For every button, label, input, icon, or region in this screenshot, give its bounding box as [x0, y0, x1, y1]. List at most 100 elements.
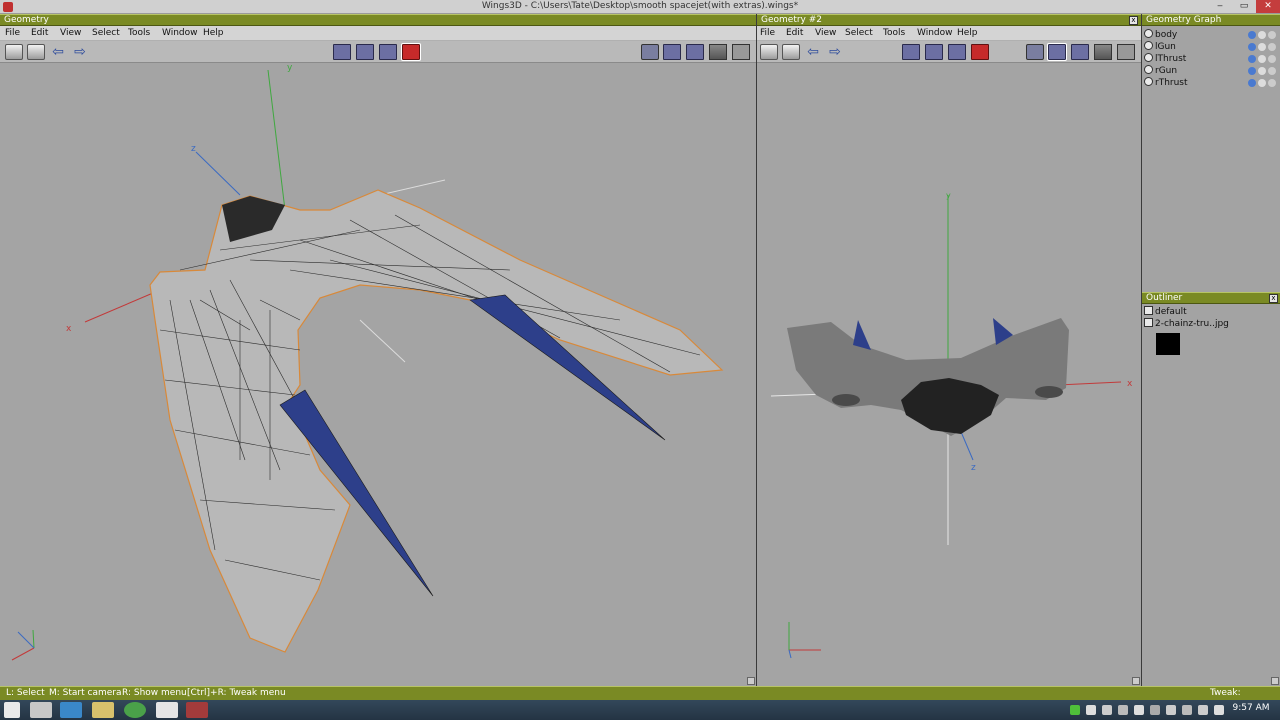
eye-icon[interactable] — [1248, 67, 1256, 75]
perspective-icon[interactable] — [709, 44, 727, 60]
eye-icon[interactable] — [1248, 43, 1256, 51]
geometry-window: Geometry File Edit View Select Tools Win… — [0, 14, 756, 686]
object-select-icon[interactable] — [971, 44, 989, 60]
object-row-rthrust[interactable]: rThrust — [1144, 77, 1278, 89]
object-row-lthrust[interactable]: lThrust — [1144, 53, 1278, 65]
lock-icon[interactable] — [1258, 31, 1266, 39]
lock-icon[interactable] — [1258, 43, 1266, 51]
object-row-rgun[interactable]: rGun — [1144, 65, 1278, 77]
visibility-controls[interactable] — [1248, 55, 1278, 64]
maximize-button[interactable]: ▭ — [1232, 0, 1256, 13]
visibility-controls[interactable] — [1248, 67, 1278, 76]
lock-icon[interactable] — [1258, 55, 1266, 63]
show-axes-icon[interactable] — [1117, 44, 1135, 60]
wings3d-taskbar-icon[interactable] — [186, 702, 208, 718]
eye-icon[interactable] — [1248, 55, 1256, 63]
minimize-button[interactable]: ‒ — [1208, 0, 1232, 13]
chrome-icon[interactable] — [124, 702, 146, 718]
tray-icon[interactable] — [1102, 705, 1112, 715]
viewport-resize-grip[interactable] — [747, 677, 755, 685]
geometry-viewport[interactable]: y x z — [0, 63, 756, 686]
close-window-button[interactable]: ✕ — [1256, 0, 1280, 13]
wireframe-icon[interactable] — [663, 44, 681, 60]
menu-tools[interactable]: Tools — [128, 28, 150, 38]
wire-icon[interactable] — [1268, 79, 1276, 87]
nvidia-tray-icon[interactable] — [1070, 705, 1080, 715]
folder-icon[interactable] — [92, 702, 114, 718]
show-axes-icon[interactable] — [732, 44, 750, 60]
taskbar-clock[interactable]: 9:57 AM — [1228, 703, 1274, 713]
menu-help[interactable]: Help — [957, 28, 978, 38]
groundplane-icon[interactable] — [1026, 44, 1044, 60]
visibility-controls[interactable] — [1248, 79, 1278, 88]
tray-icon[interactable] — [1198, 705, 1208, 715]
geometry-graph-list: body lGun lThrust rGun rThrust — [1142, 27, 1280, 292]
open-file-icon[interactable] — [5, 44, 23, 60]
network-icon[interactable] — [1150, 705, 1160, 715]
menu-file[interactable]: File — [760, 28, 775, 38]
object-select-icon[interactable] — [401, 43, 421, 61]
menu-edit[interactable]: Edit — [786, 28, 803, 38]
visibility-controls[interactable] — [1248, 31, 1278, 40]
groundplane-icon[interactable] — [641, 44, 659, 60]
tray-icon[interactable] — [1134, 705, 1144, 715]
undo-arrow-icon[interactable]: ⇦ — [804, 44, 822, 60]
visibility-controls[interactable] — [1248, 43, 1278, 52]
redo-arrow-icon[interactable]: ⇨ — [71, 44, 89, 60]
menu-edit[interactable]: Edit — [31, 28, 48, 38]
face-select-icon[interactable] — [948, 44, 966, 60]
tray-icon[interactable] — [1118, 705, 1128, 715]
image-thumbnail[interactable] — [1156, 333, 1180, 355]
close-icon[interactable]: x — [1129, 16, 1138, 25]
menu-select[interactable]: Select — [845, 28, 873, 38]
image-row[interactable]: 2-chainz-tru..jpg — [1144, 318, 1229, 330]
start-button-icon[interactable] — [4, 702, 20, 718]
close-icon[interactable]: x — [1269, 294, 1278, 303]
wire-icon[interactable] — [1268, 31, 1276, 39]
save-file-icon[interactable] — [782, 44, 800, 60]
menu-tools[interactable]: Tools — [883, 28, 905, 38]
face-select-icon[interactable] — [379, 44, 397, 60]
object-icon — [1144, 65, 1153, 74]
panel-resize-grip[interactable] — [1271, 677, 1279, 685]
menu-window[interactable]: Window — [162, 28, 198, 38]
lock-icon[interactable] — [1258, 79, 1266, 87]
file-explorer-icon[interactable] — [30, 702, 52, 718]
smooth-shade-icon[interactable] — [686, 44, 704, 60]
edge-select-icon[interactable] — [356, 44, 374, 60]
undo-arrow-icon[interactable]: ⇦ — [49, 44, 67, 60]
document-icon[interactable] — [156, 702, 178, 718]
internet-explorer-icon[interactable] — [60, 702, 82, 718]
menu-select[interactable]: Select — [92, 28, 120, 38]
menu-window[interactable]: Window — [917, 28, 953, 38]
vertex-select-icon[interactable] — [333, 44, 351, 60]
eye-icon[interactable] — [1248, 79, 1256, 87]
object-row-lgun[interactable]: lGun — [1144, 41, 1278, 53]
edge-select-icon[interactable] — [925, 44, 943, 60]
eye-icon[interactable] — [1248, 31, 1256, 39]
geometry2-viewport[interactable]: y x z — [757, 63, 1141, 686]
wire-icon[interactable] — [1268, 43, 1276, 51]
viewport-resize-grip[interactable] — [1132, 677, 1140, 685]
redo-arrow-icon[interactable]: ⇨ — [826, 44, 844, 60]
menu-help[interactable]: Help — [203, 28, 224, 38]
menu-view[interactable]: View — [815, 28, 836, 38]
wireframe-icon[interactable] — [1047, 43, 1067, 61]
lock-icon[interactable] — [1258, 67, 1266, 75]
volume-icon[interactable] — [1166, 705, 1176, 715]
smooth-shade-icon[interactable] — [1071, 44, 1089, 60]
save-file-icon[interactable] — [27, 44, 45, 60]
tray-icon[interactable] — [1086, 705, 1096, 715]
tray-icon[interactable] — [1182, 705, 1192, 715]
wire-icon[interactable] — [1268, 55, 1276, 63]
object-row-body[interactable]: body — [1144, 29, 1278, 41]
action-center-icon[interactable] — [1214, 705, 1224, 715]
material-row-default[interactable]: default — [1144, 306, 1187, 318]
wire-icon[interactable] — [1268, 67, 1276, 75]
open-file-icon[interactable] — [760, 44, 778, 60]
perspective-icon[interactable] — [1094, 44, 1112, 60]
vertex-select-icon[interactable] — [902, 44, 920, 60]
menu-file[interactable]: File — [5, 28, 20, 38]
axis-z-label: z — [971, 463, 976, 473]
menu-view[interactable]: View — [60, 28, 81, 38]
